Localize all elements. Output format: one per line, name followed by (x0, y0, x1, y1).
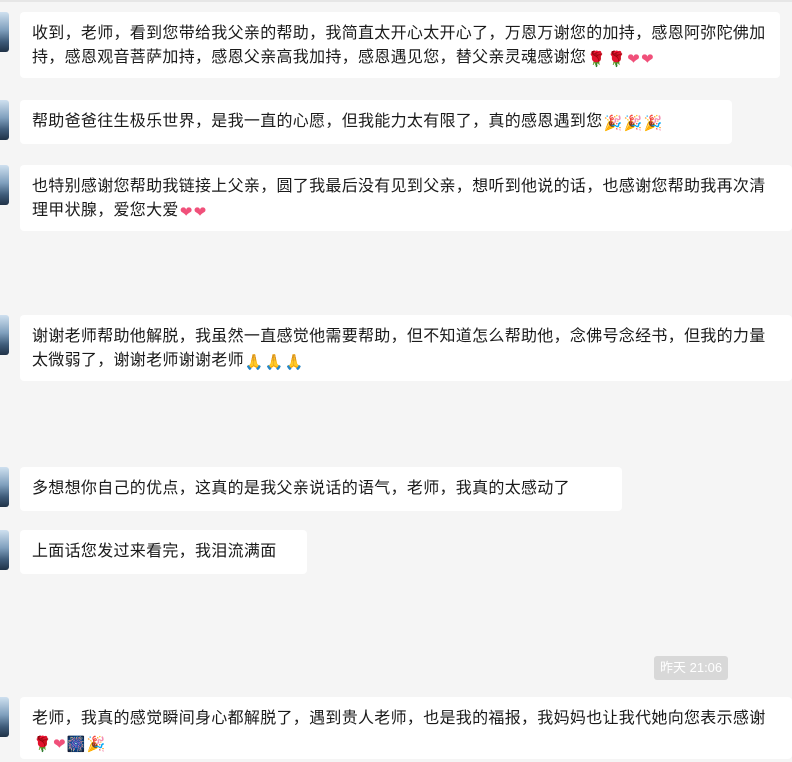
message-bubble[interactable]: 谢谢老师帮助他解脱，我虽然一直感觉他需要帮助，但不知道怎么帮助他，念佛号念经书，… (20, 315, 792, 381)
message-bubble[interactable]: 老师，我真的感觉瞬间身心都解脱了，遇到贵人老师，也是我的福报，我妈妈也让我代她向… (20, 697, 792, 759)
sender-avatar[interactable] (0, 530, 9, 570)
pray-icon: 🙏 (244, 353, 264, 371)
pray-icon: 🙏 (284, 353, 304, 371)
message-text: 老师，我真的感觉瞬间身心都解脱了，遇到贵人老师，也是我的福报，我妈妈也让我代她向… (32, 708, 766, 727)
sender-avatar[interactable] (0, 697, 9, 737)
rose-icon: 🌹 (33, 735, 52, 753)
message-bubble[interactable]: 上面话您发过来看完，我泪流满面 (20, 530, 307, 574)
sender-avatar[interactable] (0, 12, 9, 52)
timestamp-label: 昨天 21:06 (654, 656, 729, 680)
sender-avatar[interactable] (0, 100, 9, 140)
message-text: 也特别感谢您帮助我链接上父亲，圆了我最后没有见到父亲，想听到他说的话，也感谢您帮… (32, 176, 766, 219)
message-text: 帮助爸爸往生极乐世界，是我一直的心愿，但我能力太有限了，真的感恩遇到您 (32, 111, 603, 130)
message-bubble[interactable]: 多想想你自己的优点，这真的是我父亲说话的语气，老师，我真的太感动了 (20, 467, 622, 511)
sender-avatar[interactable] (0, 315, 9, 355)
heart-icon: ❤ (193, 203, 207, 221)
message-bubble[interactable]: 收到，老师，看到您带给我父亲的帮助，我简直太开心太开心了，万恩万谢您的加持，感恩… (20, 12, 780, 78)
party-popper-icon: 🎉 (86, 735, 106, 753)
message-text: 上面话您发过来看完，我泪流满面 (32, 541, 277, 560)
heart-icon: ❤ (641, 50, 654, 68)
message-text: 多想想你自己的优点，这真的是我父亲说话的语气，老师，我真的太感动了 (32, 478, 570, 497)
heart-icon: ❤ (179, 203, 193, 221)
firework-icon: 🎆 (66, 735, 86, 753)
sender-avatar[interactable] (0, 165, 9, 205)
rose-icon: 🌹 (587, 50, 607, 68)
sender-avatar[interactable] (0, 467, 9, 507)
message-text: 收到，老师，看到您带给我父亲的帮助，我简直太开心太开心了，万恩万谢您的加持，感恩… (32, 23, 766, 66)
rose-icon: 🌹 (607, 50, 627, 68)
message-bubble[interactable]: 帮助爸爸往生极乐世界，是我一直的心愿，但我能力太有限了，真的感恩遇到您🎉🎉🎉 (20, 100, 732, 144)
chat-message-list[interactable]: 收到，老师，看到您带给我父亲的帮助，我简直太开心太开心了，万恩万谢您的加持，感恩… (0, 0, 792, 762)
heart-icon: ❤ (52, 735, 66, 753)
party-popper-icon: 🎉 (603, 114, 623, 132)
message-text: 谢谢老师帮助他解脱，我虽然一直感觉他需要帮助，但不知道怎么帮助他，念佛号念经书，… (32, 326, 766, 369)
heart-icon: ❤ (627, 50, 641, 68)
party-popper-icon: 🎉 (643, 114, 663, 132)
message-bubble[interactable]: 也特别感谢您帮助我链接上父亲，圆了我最后没有见到父亲，想听到他说的话，也感谢您帮… (20, 165, 792, 231)
party-popper-icon: 🎉 (623, 114, 643, 132)
pray-icon: 🙏 (264, 353, 284, 371)
